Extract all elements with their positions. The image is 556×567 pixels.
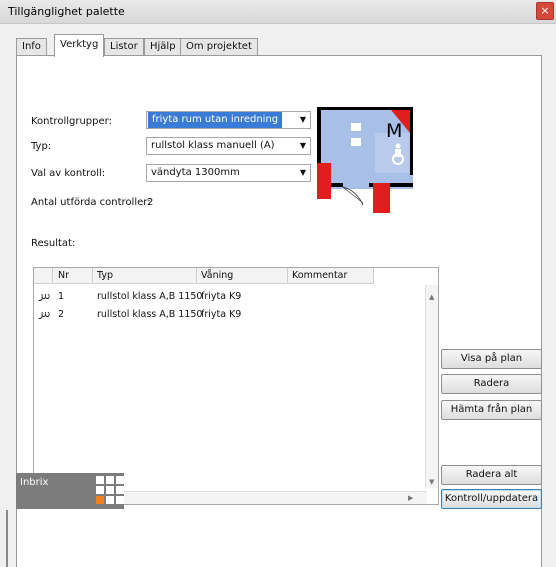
- val-av-kontroll-dropdown[interactable]: vändyta 1300mm ▼: [146, 164, 311, 182]
- column-header-nr[interactable]: Nr: [58, 270, 69, 281]
- row-vaning: friyta K9: [201, 309, 242, 320]
- scroll-down-icon[interactable]: ▼: [429, 478, 434, 486]
- row-nr: 1: [58, 291, 65, 302]
- scroll-up-icon[interactable]: ▲: [429, 293, 434, 301]
- typ-dropdown[interactable]: rullstol klass manuell (A) ▼: [146, 137, 311, 155]
- row-typ: rullstol klass A,B 1150: [97, 309, 203, 320]
- chevron-down-icon[interactable]: ▼: [300, 165, 306, 181]
- antal-utforda-value: 2: [147, 197, 154, 208]
- row-typ: rullstol klass A,B 1150: [97, 291, 203, 302]
- window-title: Tillgänglighet palette: [8, 5, 125, 18]
- tab-info[interactable]: Info: [16, 38, 47, 56]
- table-header: Nr Typ Våning Kommentar: [34, 268, 374, 284]
- tab-listor[interactable]: Listor: [104, 38, 144, 56]
- column-header-kommentar[interactable]: Kommentar: [292, 270, 347, 281]
- kontrollgrupper-value: friyta rum utan inredning: [148, 112, 283, 128]
- results-table[interactable]: Nr Typ Våning Kommentar ൰ 1 rullstol kla…: [33, 267, 439, 505]
- curl-icon: ൰: [38, 309, 50, 320]
- table-row[interactable]: ൰ 2 rullstol klass A,B 1150 friyta K9: [34, 306, 429, 324]
- vertical-scrollbar[interactable]: ▲ ▼: [425, 285, 438, 488]
- kontroll-uppdatera-button[interactable]: Kontroll/uppdatera: [441, 489, 542, 509]
- row-vaning: friyta K9: [201, 291, 242, 302]
- val-av-kontroll-label: Val av kontroll:: [31, 168, 106, 179]
- typ-label: Typ:: [31, 141, 52, 152]
- tab-om-projektet[interactable]: Om projektet: [180, 38, 258, 56]
- tab-hjalp[interactable]: Hjälp: [144, 38, 182, 56]
- typ-value: rullstol klass manuell (A): [151, 140, 275, 151]
- kontrollgrupper-label: Kontrollgrupper:: [31, 116, 112, 127]
- radera-button[interactable]: Radera: [441, 374, 542, 394]
- resultat-label: Resultat:: [31, 238, 76, 249]
- preview-letter: M: [386, 120, 403, 142]
- logo-text: Inbrix: [20, 477, 49, 488]
- palette-window: Tillgänglighet palette × Info Verktyg Li…: [0, 0, 556, 567]
- antal-utforda-label: Antal utförda controller:: [31, 197, 151, 208]
- logo-grid-icon: [96, 476, 124, 506]
- column-header-vaning[interactable]: Våning: [201, 270, 233, 281]
- val-av-kontroll-value: vändyta 1300mm: [151, 167, 240, 178]
- column-header-typ[interactable]: Typ: [97, 270, 113, 281]
- floorplan-preview: M: [317, 105, 417, 217]
- window-edge: [6, 510, 8, 567]
- row-nr: 2: [58, 309, 65, 320]
- chevron-down-icon[interactable]: ▼: [300, 138, 306, 154]
- kontrollgrupper-dropdown[interactable]: friyta rum utan inredning ▼: [146, 111, 311, 129]
- visa-pa-plan-button[interactable]: Visa på plan: [441, 349, 542, 369]
- radera-alt-button[interactable]: Radera alt: [441, 465, 542, 485]
- scroll-right-icon[interactable]: ▶: [408, 494, 413, 502]
- tab-verktyg[interactable]: Verktyg: [54, 34, 105, 57]
- table-row[interactable]: ൰ 1 rullstol klass A,B 1150 friyta K9: [34, 288, 429, 306]
- hamta-fran-plan-button[interactable]: Hämta från plan: [441, 400, 542, 420]
- close-icon[interactable]: ×: [536, 2, 554, 20]
- title-bar[interactable]: Tillgänglighet palette ×: [0, 0, 556, 24]
- wheelchair-icon: [392, 143, 404, 165]
- curl-icon: ൰: [38, 291, 50, 302]
- chevron-down-icon[interactable]: ▼: [300, 112, 306, 128]
- inbrix-logo: Inbrix: [16, 473, 124, 509]
